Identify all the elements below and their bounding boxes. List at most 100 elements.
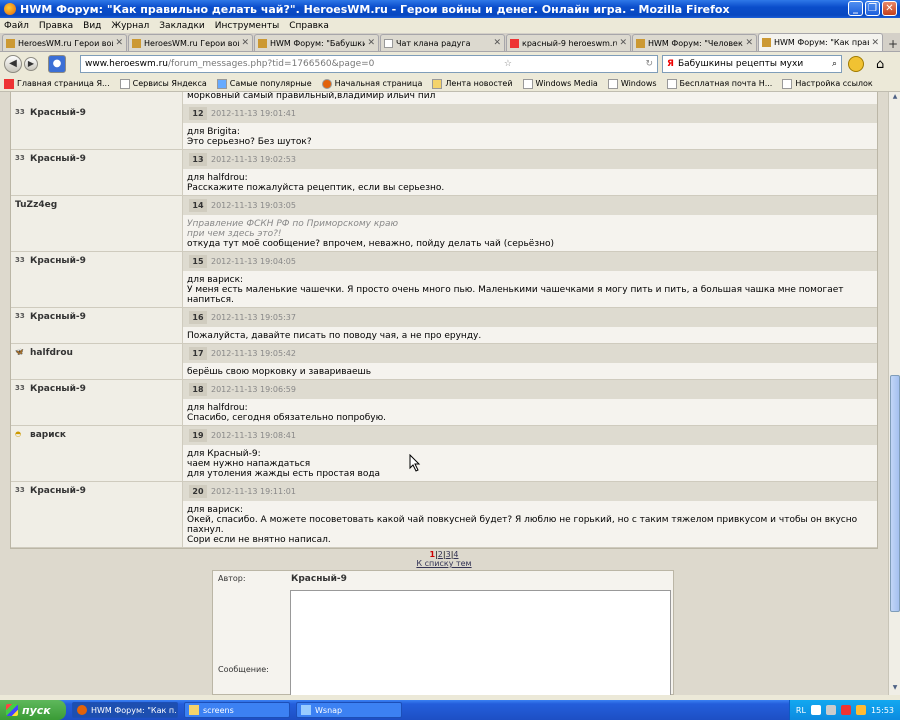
clock: 15:53 xyxy=(870,705,894,715)
menu-tools[interactable]: Инструменты xyxy=(215,21,279,31)
tab-1[interactable]: HeroesWM.ru Герои войн...✕ xyxy=(2,34,127,51)
bookmark-item[interactable]: Бесплатная почта Н... xyxy=(666,78,772,89)
back-button[interactable]: ◀ xyxy=(4,55,22,73)
clan-33-icon: 33 xyxy=(15,312,25,320)
scroll-up-icon[interactable]: ▲ xyxy=(890,93,900,103)
menu-file[interactable]: Файл xyxy=(4,21,29,31)
post-line: чаем нужно напаждаться xyxy=(187,459,311,469)
page-scrollbar[interactable]: ▲ ▼ xyxy=(888,92,900,695)
addon-icon[interactable] xyxy=(848,56,864,72)
tab-close-icon[interactable]: ✕ xyxy=(367,38,375,48)
menu-help[interactable]: Справка xyxy=(289,21,329,31)
author-meta xyxy=(19,323,178,329)
author-name-link[interactable]: Красный-9 xyxy=(30,154,86,164)
tab-close-icon[interactable]: ✕ xyxy=(115,38,123,48)
post-line: для Brigita: xyxy=(187,127,240,137)
post-text: для вариск: Окей, спасибо. А можете посов… xyxy=(183,501,877,547)
post-number: 15 xyxy=(189,255,207,268)
post-header: 17 2012-11-13 19:05:42 xyxy=(183,344,877,363)
post-date: 2012-11-13 19:06:59 xyxy=(211,385,296,394)
bookmark-item[interactable]: Сервисы Яндекса xyxy=(119,78,207,89)
window-titlebar: HWM Форум: "Как правильно делать чай?". … xyxy=(0,0,900,18)
author-meta xyxy=(19,211,178,217)
maximize-button[interactable]: ❐ xyxy=(865,1,880,16)
tab-close-icon[interactable]: ✕ xyxy=(241,38,249,48)
start-button[interactable]: пуск xyxy=(0,700,66,720)
tab-close-icon[interactable]: ✕ xyxy=(871,38,879,48)
page-link[interactable]: 2 xyxy=(438,550,443,559)
author-name-link[interactable]: Красный-9 xyxy=(30,384,86,394)
url-bar[interactable]: www.heroeswm.ru/forum_messages.php?tid=1… xyxy=(80,55,658,73)
firefox-icon xyxy=(321,78,332,89)
home-button[interactable]: ⌂ xyxy=(876,57,884,72)
bookmark-item[interactable]: Самые популярные xyxy=(216,78,312,89)
star-icon[interactable]: ☆ xyxy=(504,59,512,69)
taskbar: пуск HWM Форум: "Как п... screens Wsnap … xyxy=(0,700,900,720)
quote-line: Управление ФСКН РФ по Приморскому краю xyxy=(187,219,399,229)
menu-bookmarks[interactable]: Закладки xyxy=(159,21,205,31)
scroll-down-icon[interactable]: ▼ xyxy=(890,684,900,694)
tray-icon[interactable] xyxy=(855,705,866,715)
post-number: 18 xyxy=(189,383,207,396)
bookmark-item[interactable]: Windows xyxy=(607,78,657,89)
site-identity-icon[interactable]: ● xyxy=(48,55,66,73)
scrollbar-thumb[interactable] xyxy=(890,375,900,612)
page-link[interactable]: 4 xyxy=(453,550,458,559)
taskbar-item-firefox[interactable]: HWM Форум: "Как п... xyxy=(72,702,178,718)
app-icon xyxy=(301,705,311,715)
author-meta xyxy=(19,395,178,401)
menu-bar: Файл Правка Вид Журнал Закладки Инструме… xyxy=(0,18,900,33)
author-name-link[interactable]: Красный-9 xyxy=(30,256,86,266)
tray-icon[interactable] xyxy=(825,705,836,715)
taskbar-item-wsnap[interactable]: Wsnap xyxy=(296,702,402,718)
post-header: 20 2012-11-13 19:11:01 xyxy=(183,482,877,501)
minimize-button[interactable]: _ xyxy=(848,1,863,16)
post-header: 18 2012-11-13 19:06:59 xyxy=(183,380,877,399)
author-name-link[interactable]: Красный-9 xyxy=(30,486,86,496)
forward-button[interactable]: ▶ xyxy=(24,57,38,71)
language-indicator[interactable]: RL xyxy=(796,706,806,715)
bookmark-item[interactable]: Windows Media xyxy=(522,78,598,89)
close-button[interactable]: ✕ xyxy=(882,1,897,16)
post-line: Расскажите пожалуйста рецептик, если вы … xyxy=(187,183,445,193)
author-meta xyxy=(19,267,178,273)
tab-2[interactable]: HeroesWM.ru Герои войн...✕ xyxy=(128,34,253,51)
back-to-topics-link[interactable]: К списку тем xyxy=(0,559,888,568)
taskbar-item-screens[interactable]: screens xyxy=(184,702,290,718)
tab-close-icon[interactable]: ✕ xyxy=(619,38,627,48)
post-number: 14 xyxy=(189,199,207,212)
page-link[interactable]: 3 xyxy=(446,550,451,559)
post-number: 16 xyxy=(189,311,207,324)
menu-view[interactable]: Вид xyxy=(83,21,101,31)
bookmark-item[interactable]: Настройка ссылок xyxy=(782,78,873,89)
tab-4[interactable]: Чат клана радуга ✕ xyxy=(380,34,505,51)
tab-close-icon[interactable]: ✕ xyxy=(745,38,753,48)
post-author-cell: 33 Красный-9 xyxy=(11,150,183,195)
tray-icon[interactable] xyxy=(810,705,821,715)
author-name-link[interactable]: TuZz4eg xyxy=(15,200,57,210)
page-content: морковный самый правильный,владимир ильи… xyxy=(0,92,888,695)
menu-history[interactable]: Журнал xyxy=(111,21,149,31)
tab-5[interactable]: красный-9 heroeswm.ru-...✕ xyxy=(506,34,631,51)
folder-icon xyxy=(189,705,199,715)
author-name-link[interactable]: halfdrou xyxy=(30,348,73,358)
search-magnifier-icon[interactable]: ⌕ xyxy=(832,59,837,69)
mouse-cursor-icon xyxy=(409,454,421,472)
bookmark-item[interactable]: Лента новостей xyxy=(432,78,513,89)
reload-icon[interactable]: ↻ xyxy=(645,59,653,69)
tab-6[interactable]: HWM Форум: "Человек и...✕ xyxy=(632,34,757,51)
author-name-link[interactable]: вариск xyxy=(30,430,66,440)
author-name-link[interactable]: Красный-9 xyxy=(30,312,86,322)
bookmark-item[interactable]: Главная страница Я... xyxy=(4,78,110,89)
tab-3[interactable]: HWM Форум: "Бабушкин...✕ xyxy=(254,34,379,51)
tray-icon[interactable] xyxy=(840,705,851,715)
tab-7-active[interactable]: HWM Форум: "Как прави...✕ xyxy=(758,33,883,51)
menu-edit[interactable]: Правка xyxy=(39,21,73,31)
tab-close-icon[interactable]: ✕ xyxy=(493,38,501,48)
new-tab-button[interactable]: + xyxy=(886,37,900,51)
clan-33-icon: 33 xyxy=(15,384,25,392)
bookmark-item[interactable]: Начальная страница xyxy=(321,78,422,89)
search-input[interactable]: Я Бабушкины рецепты мухи ⌕ xyxy=(662,55,842,73)
message-textarea[interactable] xyxy=(290,590,671,695)
author-name-link[interactable]: Красный-9 xyxy=(30,108,86,118)
